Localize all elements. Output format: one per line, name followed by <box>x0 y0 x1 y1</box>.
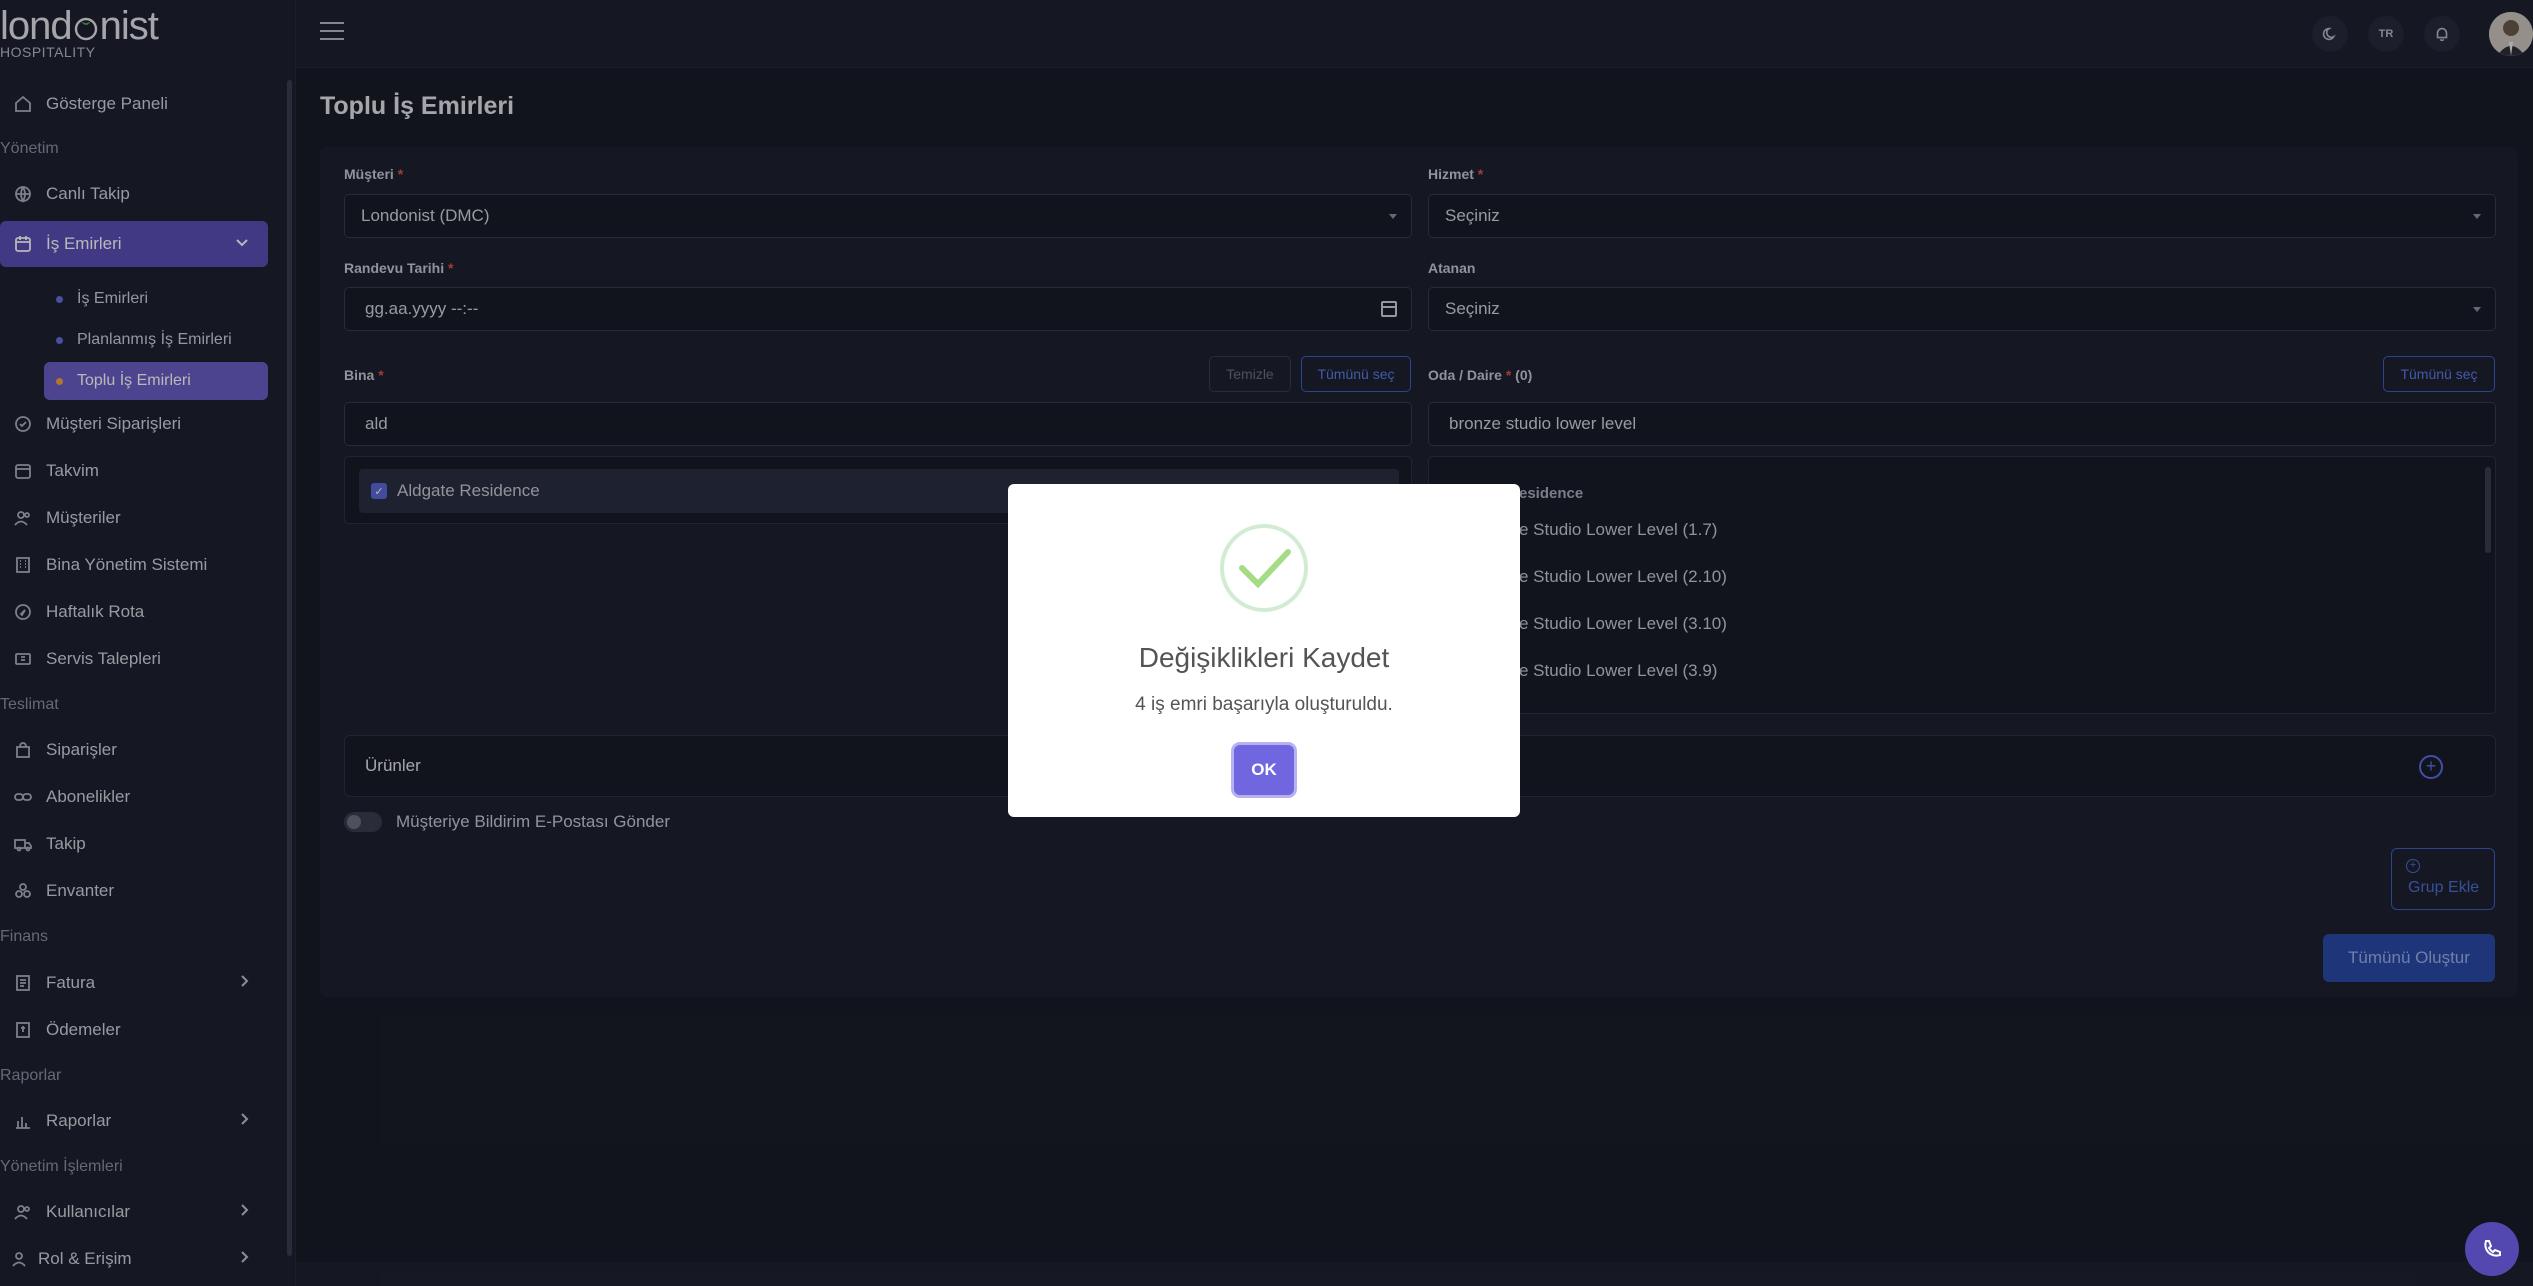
support-chat-button[interactable] <box>2465 1222 2519 1276</box>
dialog-message: 4 iş emri başarıyla oluşturuldu. <box>1135 694 1393 715</box>
success-dialog: Değişiklikleri Kaydet 4 iş emri başarıyl… <box>1008 484 1520 817</box>
phone-icon <box>2484 1240 2501 1257</box>
success-check-icon <box>1220 524 1308 612</box>
ok-button[interactable]: OK <box>1234 745 1294 795</box>
dialog-title: Değişiklikleri Kaydet <box>1138 642 1390 673</box>
